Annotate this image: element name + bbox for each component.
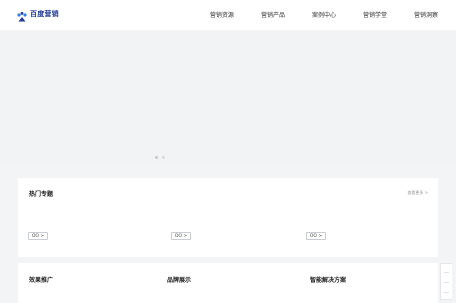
category-section: 效果推广 品牌展示 智能解决方案 [18,263,438,303]
carousel-dots [155,156,165,159]
hot-topics-panel: 热门专题 查看更多 > OO > OO > OO > [18,178,438,257]
divider [444,282,449,283]
top-nav: 百度营销 营销资源 营销产品 案例中心 营销学堂 营销洞察 [0,0,456,30]
topic-chip[interactable]: OO > [306,232,326,240]
divider [444,272,449,273]
nav-item-marketing-resources[interactable]: 营销资源 [210,10,234,19]
logo-text: 百度营销 [30,10,59,18]
panel-title: 热门专题 [29,191,54,198]
tab-performance-ads[interactable]: 效果推广 [29,275,53,284]
nav-item-case-center[interactable]: 案例中心 [312,10,336,19]
nav-item-marketing-academy[interactable]: 营销学堂 [363,10,387,19]
tab-smart-solutions[interactable]: 智能解决方案 [310,275,346,284]
divider [444,292,449,293]
carousel-dot[interactable] [155,156,158,159]
nav-item-marketing-products[interactable]: 营销产品 [261,10,285,19]
tab-brand-display[interactable]: 品牌展示 [167,275,191,284]
carousel-dot[interactable] [162,156,165,159]
baidu-paw-icon [16,8,28,22]
topic-chip[interactable]: OO > [28,232,48,240]
topic-chip[interactable]: OO > [171,232,191,240]
nav-menu: 营销资源 营销产品 案例中心 营销学堂 营销洞察 [210,10,438,19]
hero-banner[interactable] [0,30,456,166]
nav-item-marketing-insights[interactable]: 营销洞察 [414,10,438,19]
floating-side-tab[interactable] [440,263,452,300]
brand-logo[interactable]: 百度营销 [16,7,59,22]
view-more-link[interactable]: 查看更多 > [407,190,428,196]
